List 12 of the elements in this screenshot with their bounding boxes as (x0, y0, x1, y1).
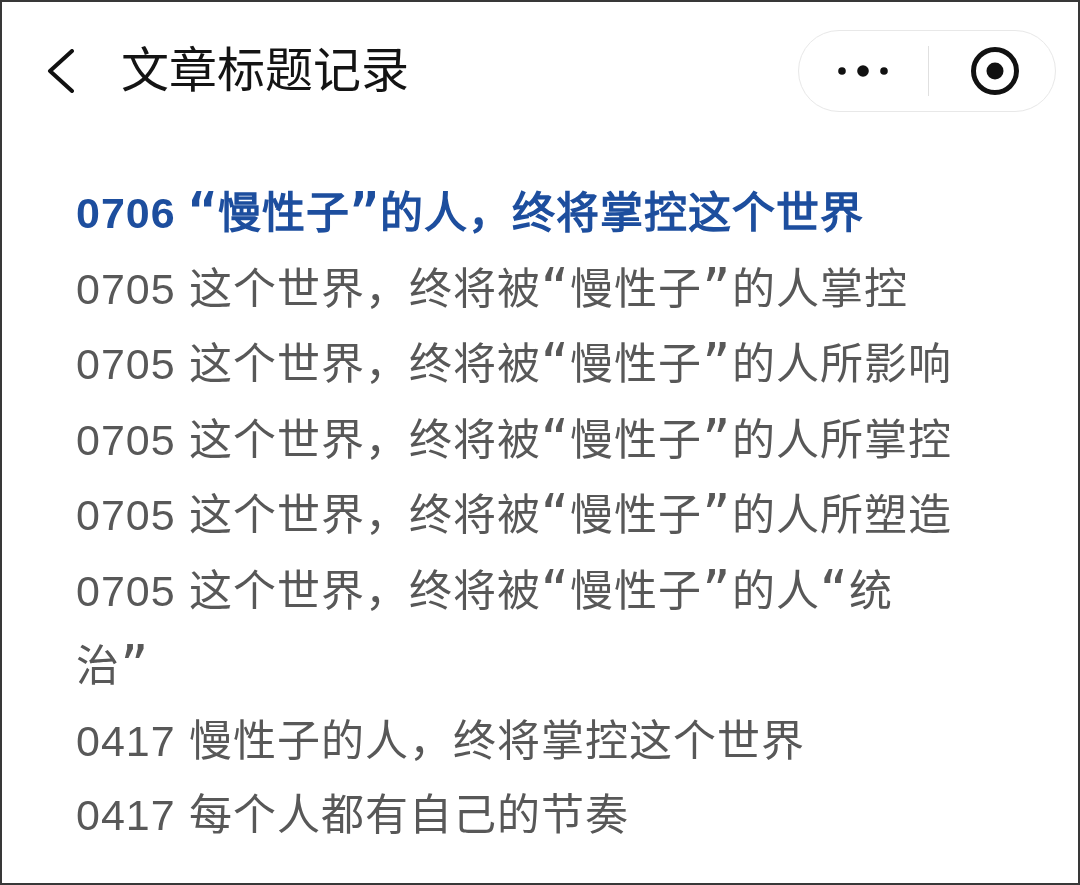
title-item[interactable]: 0705 这个世界，终将被“慢性子”的人掌控 (76, 250, 959, 326)
title-item[interactable]: 0705 这个世界，终将被“慢性子”的人“统治” (76, 552, 959, 704)
title-item[interactable]: 0705 这个世界，终将被“慢性子”的人所塑造 (76, 477, 959, 553)
more-icon[interactable] (838, 65, 888, 77)
back-icon[interactable] (45, 49, 75, 93)
title-item[interactable]: 0417 慢性子的人，终将掌控这个世界 (76, 703, 959, 778)
title-item[interactable]: 0705 这个世界，终将被“慢性子”的人所掌控 (76, 401, 959, 477)
title-item[interactable]: 0705 这个世界，终将被“慢性子”的人所影响 (76, 326, 959, 402)
title-item[interactable]: 0706 “慢性子”的人，终将掌控这个世界 (76, 175, 959, 251)
ring-dot-icon[interactable] (970, 46, 1020, 96)
title-item[interactable]: 0417 每个人都有自己的节奏 (76, 778, 959, 853)
page-title: 文章标题记录 (121, 43, 409, 100)
